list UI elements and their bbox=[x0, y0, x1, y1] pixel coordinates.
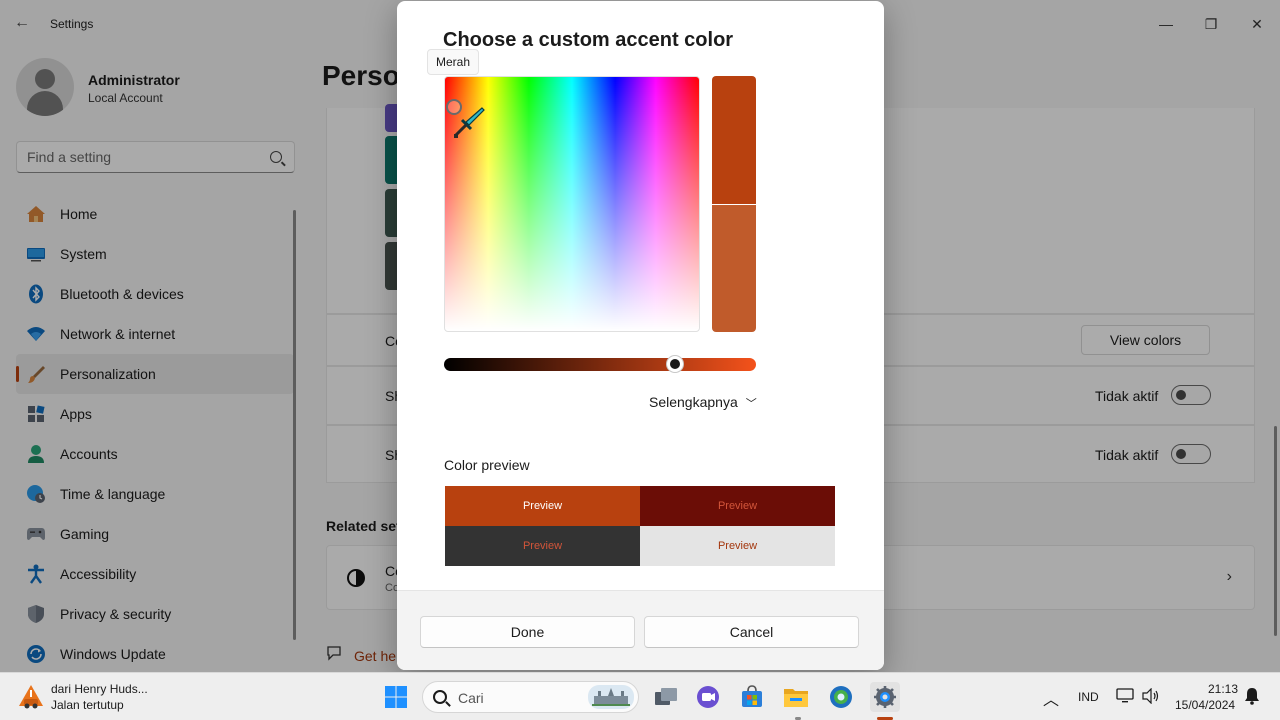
volume-icon bbox=[1142, 688, 1159, 704]
taskbar-search-placeholder: Cari bbox=[458, 690, 484, 706]
gear-icon bbox=[874, 686, 896, 708]
brightness-slider-thumb[interactable] bbox=[666, 356, 683, 372]
preview-cell: Preview bbox=[445, 526, 640, 566]
color-name-tooltip: Merah bbox=[427, 49, 480, 75]
color-preview-heading: Color preview bbox=[444, 457, 530, 473]
weather-title: dari Henry Huds... bbox=[51, 682, 148, 696]
windows-logo-icon bbox=[385, 686, 407, 708]
more-options-label: Selengkapnya bbox=[649, 394, 738, 410]
start-button[interactable] bbox=[381, 682, 411, 712]
store-icon bbox=[742, 685, 762, 707]
task-view-icon bbox=[655, 688, 677, 705]
cancel-button[interactable]: Cancel bbox=[644, 616, 859, 648]
new-color-swatch bbox=[712, 76, 756, 204]
preview-cell: Preview bbox=[640, 526, 835, 566]
dialog-footer: Done Cancel bbox=[397, 590, 884, 670]
input-language-indicator[interactable]: IND bbox=[1078, 690, 1099, 704]
notification-bell-icon[interactable] bbox=[1244, 687, 1260, 705]
preview-cell: Preview bbox=[445, 486, 640, 526]
file-explorer-button[interactable] bbox=[781, 682, 811, 712]
show-hidden-icons-chevron-up-icon[interactable]: ︿ bbox=[1043, 686, 1059, 710]
globe-icon bbox=[830, 686, 852, 708]
taskbar: dari Henry Huds... Jalan tertutup Cari ︿… bbox=[0, 672, 1280, 720]
preview-cell: Preview bbox=[640, 486, 835, 526]
color-preview-grid: Preview Preview Preview Preview bbox=[445, 486, 835, 566]
settings-taskbar-button[interactable] bbox=[870, 682, 900, 712]
brightness-slider[interactable] bbox=[444, 358, 756, 371]
weather-subtitle: Jalan tertutup bbox=[51, 698, 124, 712]
taskbar-search[interactable]: Cari bbox=[422, 681, 639, 713]
clock-time[interactable]: 21:13 bbox=[1208, 682, 1238, 696]
done-button[interactable]: Done bbox=[420, 616, 635, 648]
search-icon bbox=[433, 690, 447, 704]
browser-button[interactable] bbox=[826, 682, 856, 712]
chat-icon bbox=[697, 686, 719, 708]
clock-date[interactable]: 15/04/2024 bbox=[1175, 698, 1235, 712]
road-closed-icon bbox=[19, 685, 43, 709]
dialog-title: Choose a custom accent color bbox=[443, 29, 734, 51]
store-button[interactable] bbox=[737, 682, 767, 712]
chevron-down-icon: ﹀ bbox=[745, 398, 757, 410]
previous-color-swatch bbox=[712, 205, 756, 332]
sword-cursor-icon bbox=[454, 107, 485, 138]
folder-icon bbox=[784, 689, 808, 707]
custom-accent-color-dialog: Choose a custom accent color Merah Selen… bbox=[397, 1, 884, 670]
more-options-button[interactable]: Selengkapnya ﹀ bbox=[649, 394, 757, 411]
network-monitor-icon bbox=[1116, 688, 1134, 703]
teams-chat-button[interactable] bbox=[693, 682, 723, 712]
search-highlight-icon bbox=[588, 685, 634, 709]
task-view-button[interactable] bbox=[651, 682, 681, 712]
